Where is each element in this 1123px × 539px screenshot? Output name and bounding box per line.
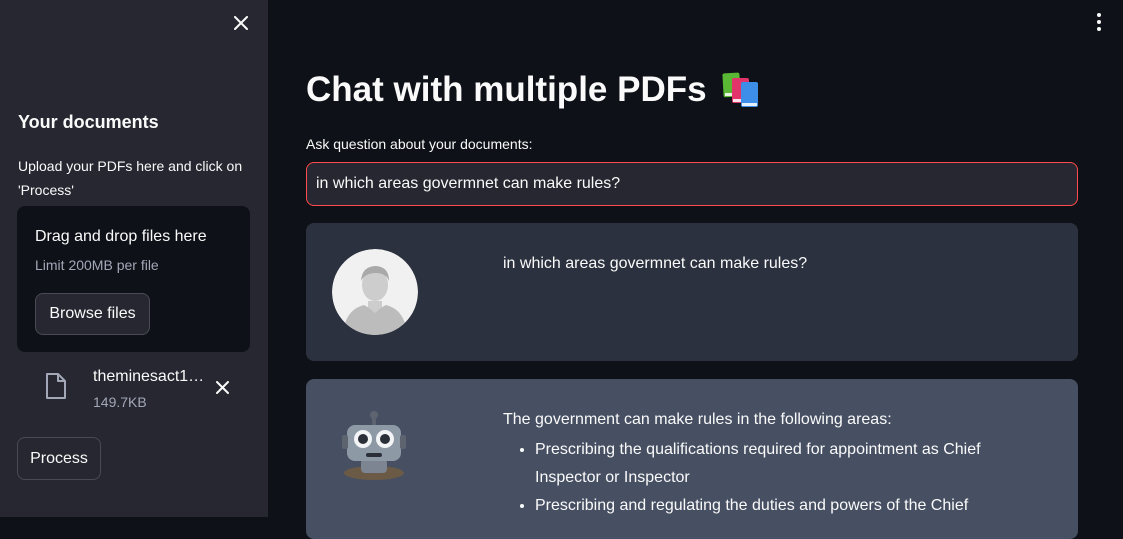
bot-message-bullet: Prescribing the qualifications required … [535,436,1033,492]
close-icon [234,16,248,30]
page-title: Chat with multiple PDFs [306,70,761,110]
sidebar-title: Your documents [18,112,159,132]
dropzone-title: Drag and drop files here [35,228,207,245]
close-icon [215,380,229,394]
browse-files-button[interactable]: Browse files [35,293,150,335]
page-title-text: Chat with multiple PDFs [306,70,707,109]
user-avatar [332,249,418,335]
question-label: Ask question about your documents: [306,136,533,152]
bot-message: The government can make rules in the fol… [306,379,1078,539]
kebab-menu-icon [1097,13,1101,17]
bot-message-bullet: Prescribing and regulating the duties an… [535,492,1033,520]
bot-message-text: The government can make rules in the fol… [503,406,1033,520]
file-icon [46,373,66,399]
uploaded-file-name: theminesact1952.pdf [93,368,213,385]
bot-message-list: Prescribing the qualifications required … [503,436,1033,520]
dropzone-limit: Limit 200MB per file [35,257,159,273]
uploaded-file-size: 149.7KB [93,394,147,410]
question-input[interactable] [306,162,1078,206]
books-icon [722,72,758,107]
sidebar-description: Upload your PDFs here and click on 'Proc… [18,158,243,198]
main-menu-button[interactable] [1089,11,1109,33]
user-message-text: in which areas govermnet can make rules? [503,255,808,272]
close-sidebar-button[interactable] [229,11,253,35]
user-message: in which areas govermnet can make rules? [306,223,1078,361]
process-button[interactable]: Process [17,437,101,480]
remove-file-button[interactable] [212,377,232,397]
robot-avatar [339,409,409,483]
file-dropzone[interactable]: Drag and drop files here Limit 200MB per… [17,206,250,352]
bot-message-intro: The government can make rules in the fol… [503,411,892,428]
sidebar: Your documents Upload your PDFs here and… [0,0,268,517]
